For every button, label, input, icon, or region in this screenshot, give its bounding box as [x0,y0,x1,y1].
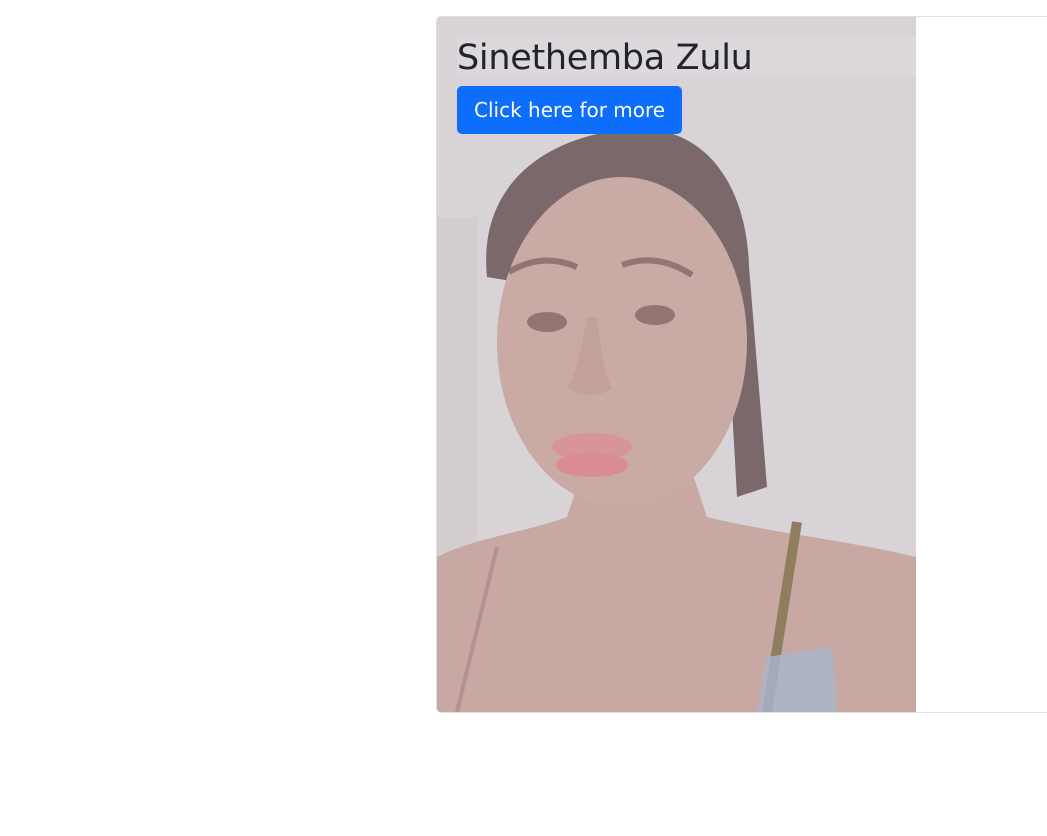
card-title: Sinethemba Zulu [457,38,753,78]
profile-card: Sinethemba Zulu Click here for more [436,16,1047,713]
more-info-button[interactable]: Click here for more [457,86,683,134]
card-body: Sinethemba Zulu Click here for more [457,37,753,134]
